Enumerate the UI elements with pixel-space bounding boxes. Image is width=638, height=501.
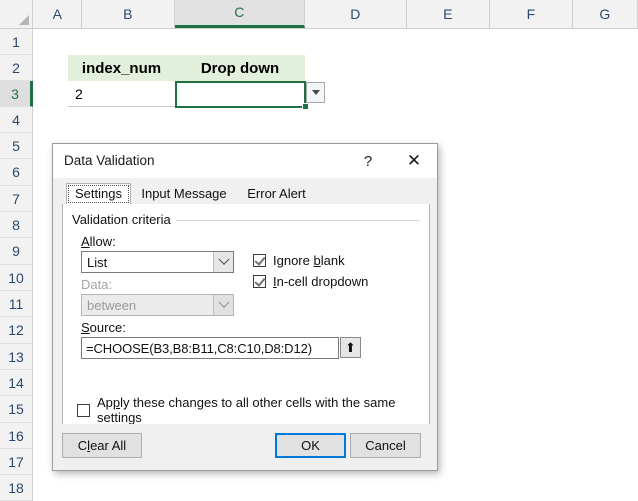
source-label-rest: ource:	[89, 320, 126, 335]
row-header-8[interactable]: 8	[0, 212, 32, 238]
cell-c2[interactable]: Drop down	[175, 55, 305, 81]
row-header-16[interactable]: 16	[0, 423, 32, 449]
row-header-7[interactable]: 7	[0, 186, 32, 212]
row-header-14[interactable]: 14	[0, 370, 32, 396]
row-header-1[interactable]: 1	[0, 29, 32, 55]
row-header-4[interactable]: 4	[0, 107, 32, 133]
row-header-12[interactable]: 12	[0, 317, 32, 344]
data-select-value: between	[87, 297, 137, 313]
row-header-6[interactable]: 6	[0, 159, 32, 186]
apply-all-checkbox[interactable]: Apply these changes to all other cells w…	[77, 395, 429, 425]
column-header-d[interactable]: D	[305, 0, 407, 28]
data-label: Data:	[81, 277, 112, 292]
excel-window: A B C D E F G 1 2 3 4 5 6 7 8 9 10 11 12…	[0, 0, 638, 501]
column-header-c[interactable]: C	[175, 0, 305, 28]
data-label-rest: ata:	[90, 277, 113, 292]
chevron-down-icon[interactable]	[213, 252, 233, 272]
close-icon[interactable]: ✕	[401, 150, 427, 172]
cancel-button[interactable]: Cancel	[350, 433, 421, 458]
source-label-accel: S	[81, 320, 90, 335]
ignore-blank-checkbox[interactable]: Ignore blank	[253, 253, 345, 268]
data-label-accel: D	[81, 277, 91, 292]
row-header-17[interactable]: 17	[0, 449, 32, 475]
dropdown-triangle-icon	[311, 90, 320, 95]
dialog-body: Settings Input Message Error Alert Valid…	[62, 182, 430, 426]
select-all-corner-icon	[19, 15, 29, 25]
allow-label-rest: llow:	[89, 234, 116, 249]
row-header-9[interactable]: 9	[0, 238, 32, 265]
source-input-value: =CHOOSE(B3,B8:B11,C8:C10,D8:D12)	[86, 340, 312, 356]
row-header-10[interactable]: 10	[0, 265, 32, 291]
row-header-18[interactable]: 18	[0, 475, 32, 501]
cell-c3[interactable]	[175, 81, 306, 108]
in-cell-dropdown-label: In-cell dropdown	[273, 274, 369, 289]
row-header-2[interactable]: 2	[0, 55, 32, 81]
column-header-b[interactable]: B	[82, 0, 175, 28]
column-header-f[interactable]: F	[490, 0, 573, 28]
collapse-dialog-icon[interactable]: ⬆	[340, 337, 361, 358]
row-header-5[interactable]: 5	[0, 133, 32, 159]
row-header-11[interactable]: 11	[0, 291, 32, 317]
validation-criteria-label: Validation criteria	[72, 212, 176, 227]
clear-all-button[interactable]: Cl ear All	[62, 433, 142, 458]
column-header-g[interactable]: G	[573, 0, 638, 28]
cell-b3[interactable]: 2	[68, 81, 175, 107]
cell-b2[interactable]: index_num	[68, 55, 175, 81]
dialog-title: Data Validation	[64, 153, 155, 168]
dialog-title-bar[interactable]: Data Validation ? ✕	[53, 144, 437, 178]
row-header-13[interactable]: 13	[0, 344, 32, 370]
row-header-column: 1 2 3 4 5 6 7 8 9 10 11 12 13 14 15 16 1…	[0, 29, 33, 501]
column-header-e[interactable]: E	[407, 0, 490, 28]
allow-select[interactable]: List	[81, 251, 234, 273]
chevron-down-icon-disabled	[213, 295, 233, 315]
ok-button[interactable]: OK	[275, 433, 346, 458]
column-header-a[interactable]: A	[34, 0, 82, 28]
tab-input-message[interactable]: Input Message	[133, 183, 235, 205]
checkbox-icon-unchecked	[77, 403, 90, 417]
data-validation-dialog: Data Validation ? ✕ Settings Input Messa…	[52, 143, 438, 471]
data-select: between	[81, 294, 234, 316]
select-all-corner[interactable]	[0, 0, 33, 28]
source-input[interactable]: =CHOOSE(B3,B8:B11,C8:C10,D8:D12)	[81, 337, 339, 359]
in-cell-dropdown-button[interactable]	[306, 82, 325, 103]
checkbox-icon-checked	[253, 275, 266, 288]
tab-settings[interactable]: Settings	[66, 183, 131, 205]
apply-all-label: Apply these changes to all other cells w…	[97, 395, 396, 425]
column-header-row: A B C D E F G	[0, 0, 638, 29]
allow-label: Allow:	[81, 234, 116, 249]
fill-handle[interactable]	[302, 103, 309, 110]
in-cell-dropdown-checkbox[interactable]: In-cell dropdown	[253, 274, 368, 289]
checkbox-icon-checked	[253, 254, 266, 267]
tab-error-alert[interactable]: Error Alert	[237, 183, 316, 205]
row-header-15[interactable]: 15	[0, 396, 32, 423]
settings-panel: Validation criteria Allow: List Data: be…	[62, 204, 430, 426]
allow-select-value: List	[87, 254, 108, 270]
source-label: Source:	[81, 320, 126, 335]
tab-strip: Settings Input Message Error Alert	[62, 182, 430, 205]
allow-label-accel: A	[81, 234, 90, 249]
ignore-blank-label: Ignore blank	[273, 253, 345, 268]
row-header-3[interactable]: 3	[0, 81, 33, 107]
help-icon[interactable]: ?	[355, 150, 381, 172]
dialog-button-bar: Cl ear All OK Cancel	[53, 424, 437, 470]
